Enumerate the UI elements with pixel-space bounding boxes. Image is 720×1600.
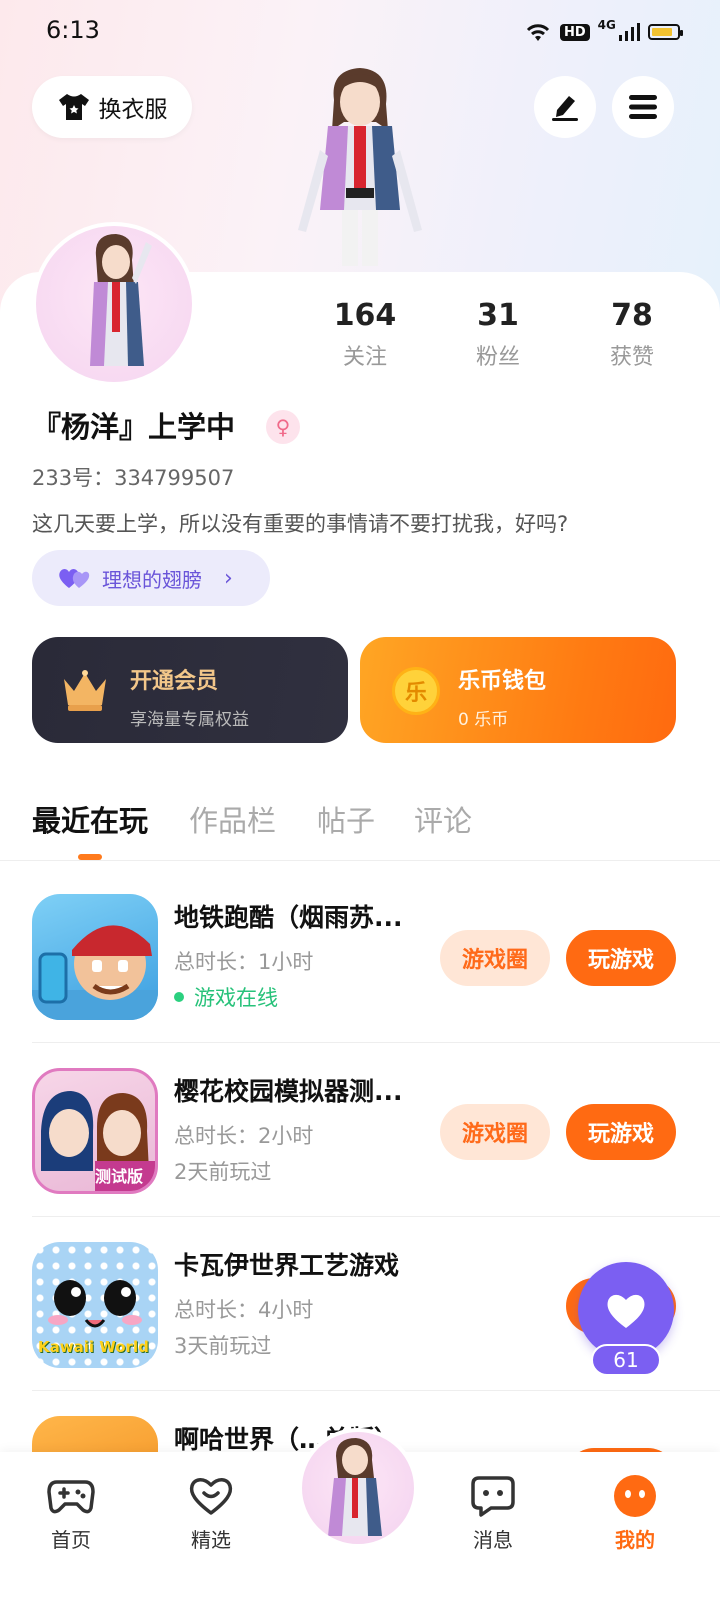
stat-likes-value: 78: [611, 298, 653, 333]
like-count: 61: [591, 1344, 661, 1376]
signal-icon: [618, 23, 640, 41]
game-circle-button[interactable]: 游戏圈: [440, 1104, 550, 1160]
nav-home[interactable]: 首页: [26, 1474, 116, 1553]
online-dot-icon: [174, 992, 184, 1002]
test-version-label: 测试版: [95, 1167, 144, 1186]
change-outfit-button[interactable]: 换衣服: [32, 76, 192, 138]
stat-likes-label: 获赞: [609, 345, 654, 370]
avatar-character: [90, 234, 152, 366]
tab-divider: [0, 860, 720, 861]
tab-recent-playing[interactable]: 最近在玩: [32, 798, 148, 840]
user-id: 233号：334799507: [32, 466, 235, 490]
profile-avatar[interactable]: [32, 222, 196, 386]
heart-outline-icon: [189, 1478, 233, 1515]
nav-featured[interactable]: 精选: [166, 1474, 256, 1553]
menu-button[interactable]: [612, 76, 674, 138]
game-status: 3天前玩过: [174, 1330, 271, 1360]
badge-label: 理想的翅膀: [102, 567, 202, 592]
tab-posts[interactable]: 帖子: [317, 798, 375, 840]
sakura-school-icon[interactable]: 测试版: [32, 1068, 158, 1194]
game-name: 卡瓦伊世界工艺游戏: [174, 1251, 400, 1280]
stat-fans-value: 31: [477, 298, 519, 333]
subway-surfers-icon[interactable]: [32, 894, 158, 1020]
kawaii-world-label: Kawaii World: [38, 1338, 149, 1356]
game-status-label: 游戏在线: [194, 986, 278, 1010]
pen-icon: [552, 96, 578, 121]
network-label: 4G: [597, 18, 616, 32]
nav-home-label: 首页: [51, 1528, 91, 1552]
nav-me[interactable]: 我的: [590, 1474, 680, 1553]
vip-subtitle: 享海量专属权益: [130, 710, 249, 730]
play-game-button[interactable]: 玩游戏: [566, 1104, 676, 1160]
avatar-character: [328, 1438, 382, 1536]
vip-card[interactable]: 开通会员 享海量专属权益: [32, 637, 348, 743]
stat-fans-label: 粉丝: [475, 345, 520, 370]
double-heart-icon: [59, 569, 90, 588]
game-status: 2天前玩过: [174, 1156, 271, 1186]
game-circle-button[interactable]: 游戏圈: [440, 930, 550, 986]
edit-profile-button[interactable]: [534, 76, 596, 138]
stat-likes[interactable]: 78 获赞: [577, 298, 687, 371]
stat-following[interactable]: 164 关注: [310, 298, 420, 371]
game-duration: 总时长：1小时: [174, 950, 314, 974]
game-status: 游戏在线: [174, 982, 278, 1012]
nav-me-label: 我的: [615, 1528, 655, 1552]
crown-icon: [64, 670, 106, 711]
badge-pill[interactable]: 理想的翅膀 ›: [32, 550, 270, 606]
game-name: 地铁跑酷（烟雨苏...: [174, 903, 403, 932]
nav-avatar-button[interactable]: [298, 1428, 418, 1548]
game-status-label: 3天前玩过: [174, 1334, 272, 1358]
avatar-character-figure[interactable]: [290, 60, 430, 272]
female-icon: ♀: [266, 410, 300, 444]
kawaii-world-icon[interactable]: Kawaii World: [32, 1242, 158, 1368]
bio: 这几天要上学，所以没有重要的事情请不要打扰我，好吗?: [32, 512, 569, 536]
play-game-button[interactable]: 玩游戏: [566, 930, 676, 986]
game-status-label: 2天前玩过: [174, 1160, 272, 1184]
menu-icon: [629, 95, 657, 119]
nav-messages-label: 消息: [473, 1528, 513, 1552]
bottom-nav: 首页 精选 消息 我的: [0, 1428, 720, 1600]
status-icons: HD 4G: [524, 18, 683, 46]
nav-featured-label: 精选: [191, 1528, 231, 1552]
stat-fans[interactable]: 31 粉丝: [443, 298, 553, 371]
game-row[interactable]: 地铁跑酷（烟雨苏... 总时长：1小时 游戏在线 游戏圈 玩游戏: [0, 868, 720, 1042]
coin-icon: 乐: [392, 667, 440, 715]
game-row[interactable]: 测试版 樱花校园模拟器测... 总时长：2小时 2天前玩过 游戏圈 玩游戏: [0, 1042, 720, 1216]
wallet-subtitle: 0 乐币: [458, 710, 509, 730]
wifi-icon: [526, 24, 550, 41]
game-duration: 总时长：4小时: [174, 1298, 314, 1322]
nav-messages[interactable]: 消息: [448, 1474, 538, 1553]
vip-title: 开通会员: [130, 669, 219, 694]
status-time: 6:13: [46, 16, 100, 44]
wallet-title: 乐币钱包: [458, 669, 547, 694]
shirt-icon: [58, 94, 89, 120]
stat-following-value: 164: [333, 298, 397, 333]
nickname: 『杨洋』上学中: [32, 410, 236, 444]
hd-badge: HD: [560, 23, 590, 41]
game-duration: 总时长：2小时: [174, 1124, 314, 1148]
wallet-card[interactable]: 乐 乐币钱包 0 乐币: [360, 637, 676, 743]
stat-following-label: 关注: [342, 345, 387, 370]
smiley-icon: [614, 1475, 656, 1517]
game-name: 樱花校园模拟器测...: [174, 1077, 403, 1106]
battery-icon: [647, 24, 683, 40]
chevron-right-icon: ›: [224, 565, 233, 591]
tab-works[interactable]: 作品栏: [189, 798, 276, 840]
chat-icon: [471, 1476, 515, 1517]
change-outfit-label: 换衣服: [98, 97, 168, 123]
gamepad-icon: [47, 1480, 95, 1514]
tab-comments[interactable]: 评论: [414, 798, 472, 840]
heart-icon: [607, 1294, 645, 1328]
